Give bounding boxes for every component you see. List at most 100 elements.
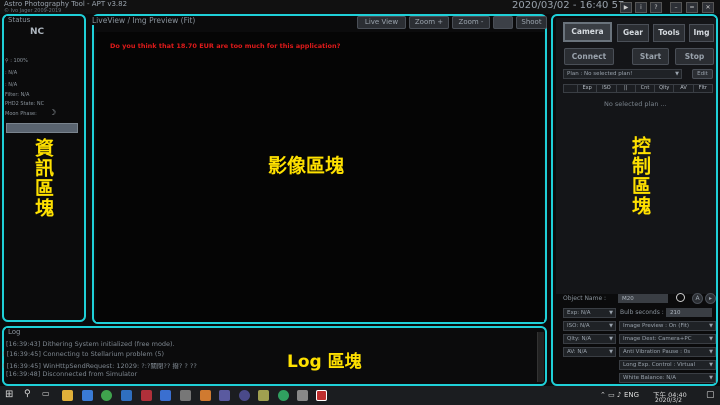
app-icon[interactable]	[82, 390, 93, 401]
exp-select[interactable]: Exp: N/A ▼	[563, 308, 616, 318]
status-item: Filter: N/A	[5, 92, 30, 98]
app-icon[interactable]	[258, 390, 269, 401]
app-icon[interactable]	[297, 390, 308, 401]
notification-icon[interactable]: ▢	[706, 390, 715, 400]
close-icon[interactable]: ✕	[702, 2, 714, 13]
camera-status: NC	[30, 27, 45, 37]
zoom-in-button[interactable]: Zoom +	[409, 16, 449, 29]
log-line: ! [16:39:45] Connecting to Stellarium pr…	[2, 350, 165, 358]
play-icon[interactable]: ▶	[620, 2, 632, 13]
tab-tools[interactable]: Tools	[653, 24, 685, 42]
preview-title: LiveView / Img Preview (Fit)	[90, 16, 198, 25]
status-item: PHD2 State: NC	[5, 101, 45, 107]
moon-icon: ☽	[49, 108, 57, 117]
app-icon[interactable]	[141, 390, 152, 401]
app-icon[interactable]	[278, 390, 289, 401]
log-line: [16:39:48] Disconnected from Simulator	[6, 370, 138, 378]
iso-select[interactable]: ISO: N/A ▼	[563, 321, 616, 331]
apt-app-icon[interactable]	[316, 390, 327, 401]
white-balance-label: White Balance: N/A	[623, 375, 677, 381]
preview-area-label: 影像區塊	[268, 155, 345, 177]
chevron-down-icon: ▼	[609, 323, 613, 329]
connect-button[interactable]: Connect	[564, 48, 614, 65]
iso-label: ISO: N/A	[567, 323, 590, 329]
app-icon[interactable]	[200, 390, 211, 401]
app-icon[interactable]	[180, 390, 191, 401]
log-area-label: Log 區塊	[287, 352, 362, 372]
status-area-label: 資訊區塊	[32, 138, 54, 218]
chevron-down-icon: ▼	[709, 362, 713, 368]
help-icon[interactable]: ?	[650, 2, 662, 13]
search-icon[interactable]: ⚲	[24, 389, 31, 399]
tray-icons[interactable]: ⌃ ▭ ♪	[600, 391, 621, 399]
image-dest-select[interactable]: Image Dest: Camera+PC ▼	[619, 334, 716, 344]
maximize-icon[interactable]: =	[686, 2, 698, 13]
clock: 2020/03/02 - 16:40 57	[512, 0, 625, 11]
log-line: ! [16:39:45] WinHttpSendRequest: 12029: …	[2, 362, 197, 370]
tool-button[interactable]	[493, 16, 513, 29]
chevron-down-icon: ▼	[709, 349, 713, 355]
chevron-down-icon: ▼	[709, 336, 713, 342]
target-icon[interactable]	[676, 293, 685, 302]
app-icon[interactable]	[239, 390, 250, 401]
taskbar-date[interactable]: 2020/3/2	[655, 397, 682, 404]
edit-plan-button[interactable]: Edit	[692, 69, 713, 79]
start-button[interactable]: Start	[632, 48, 669, 65]
bulb-label: Bulb seconds :	[620, 309, 664, 316]
log-title: Log	[6, 328, 23, 336]
plan-select[interactable]: Plan : No selected plan! ▼	[563, 69, 682, 79]
image-dest-label: Image Dest: Camera+PC	[623, 336, 692, 342]
column-header: Qlty	[655, 85, 675, 92]
log-scrollbar[interactable]	[537, 332, 544, 382]
status-item: Moon Phase:	[5, 111, 37, 117]
av-label: AV: N/A	[567, 349, 588, 355]
windows-start-icon[interactable]: ⊞	[5, 389, 13, 400]
chrome-icon[interactable]	[101, 390, 112, 401]
status-title: Status	[6, 16, 33, 24]
long-exp-label: Long Exp. Control : Virtual	[623, 362, 695, 368]
object-name-input[interactable]: M20	[618, 294, 668, 303]
shoot-button[interactable]: Shoot	[516, 16, 547, 29]
app-icon[interactable]	[219, 390, 230, 401]
app-icon[interactable]	[121, 390, 132, 401]
zoom-out-button[interactable]: Zoom -	[452, 16, 490, 29]
control-area-label: 控制區塊	[629, 136, 651, 216]
chevron-down-icon: ▼	[609, 310, 613, 316]
plan-label: Plan : No selected plan!	[567, 71, 633, 77]
language-indicator[interactable]: ENG	[624, 391, 639, 399]
av-select[interactable]: AV: N/A ▼	[563, 347, 616, 357]
chevron-down-icon: ▼	[675, 71, 679, 77]
progress-bar	[6, 123, 78, 133]
minimize-icon[interactable]: –	[670, 2, 682, 13]
bulb-input[interactable]: 210	[666, 308, 712, 317]
quality-label: Qlty: N/A	[567, 336, 592, 342]
tab-gear[interactable]: Gear	[617, 24, 649, 42]
status-item: : N/A	[5, 82, 18, 88]
exp-label: Exp: N/A	[567, 310, 591, 316]
app-icon[interactable]	[160, 390, 171, 401]
tab-img[interactable]: Img	[689, 24, 714, 42]
live-view-button[interactable]: Live View	[357, 16, 406, 29]
a-button[interactable]: A	[692, 293, 703, 304]
chevron-down-icon: ▼	[609, 336, 613, 342]
app-title: Astro Photography Tool - APT v3.82	[4, 0, 128, 8]
quality-select[interactable]: Qlty: N/A ▼	[563, 334, 616, 344]
image-preview-select[interactable]: Image Preview : On (Fit) ▼	[619, 321, 716, 331]
column-header: Cnt	[636, 85, 656, 92]
next-button[interactable]: ▸	[705, 293, 716, 304]
anti-vibration-select[interactable]: Anti Vibration Pause : 0s ▼	[619, 347, 716, 357]
white-balance-select[interactable]: White Balance: N/A ▼	[619, 373, 716, 383]
tab-camera[interactable]: Camera	[563, 22, 612, 42]
plan-empty-text: No selected plan ...	[604, 100, 667, 108]
stop-button[interactable]: Stop	[675, 48, 714, 65]
long-exp-select[interactable]: Long Exp. Control : Virtual ▼	[619, 360, 716, 370]
log-line: [16:39:43] Dithering System initialized …	[6, 340, 175, 348]
chevron-down-icon: ▼	[709, 375, 713, 381]
object-name-label: Object Name :	[563, 295, 607, 302]
info-icon[interactable]: i	[635, 2, 647, 13]
task-view-icon[interactable]: ▭	[42, 389, 50, 398]
folder-icon[interactable]	[62, 390, 73, 401]
plan-table-header: Exp ISO || Cnt Qlty AV Fltr	[563, 84, 713, 93]
image-preview-label: Image Preview : On (Fit)	[623, 323, 690, 329]
column-header: AV	[674, 85, 694, 92]
